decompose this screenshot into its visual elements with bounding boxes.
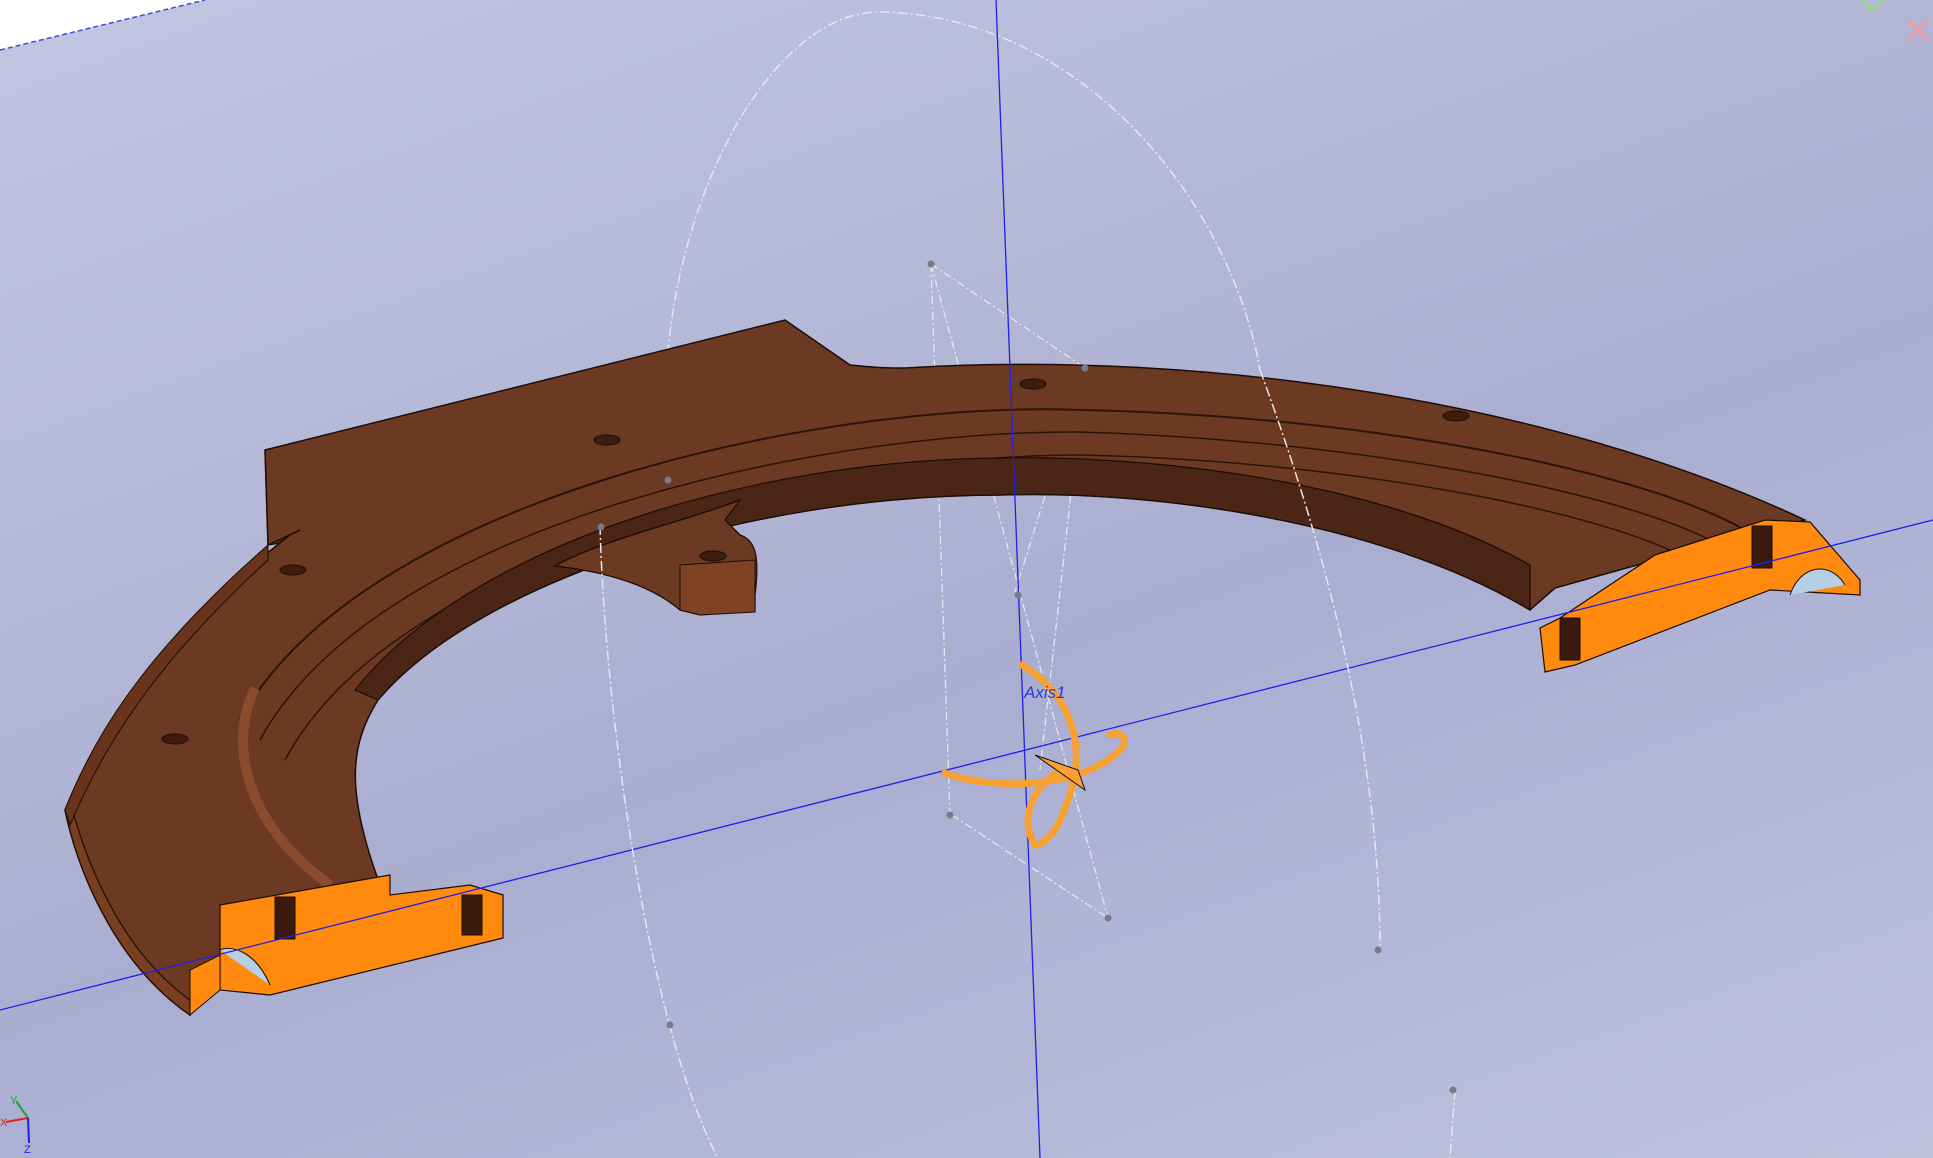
coordinate-triad: Y X Z — [0, 1095, 31, 1156]
sketch-triangle — [930, 263, 1109, 919]
triad-x-label: X — [0, 1117, 8, 1129]
axis-label: Axis1 — [1023, 683, 1066, 702]
confirm-button[interactable] — [1860, 0, 1886, 13]
graphics-viewport[interactable]: Axis1 Y X Z — [0, 0, 1933, 1158]
triad-z-label: Z — [24, 1144, 31, 1156]
cancel-button[interactable] — [1906, 18, 1930, 42]
plane-edge — [0, 0, 206, 51]
check-icon — [1860, 0, 1886, 13]
close-icon — [1906, 18, 1930, 42]
triad-y-label: Y — [10, 1095, 18, 1107]
bracket-part[interactable] — [64, 319, 1861, 1017]
